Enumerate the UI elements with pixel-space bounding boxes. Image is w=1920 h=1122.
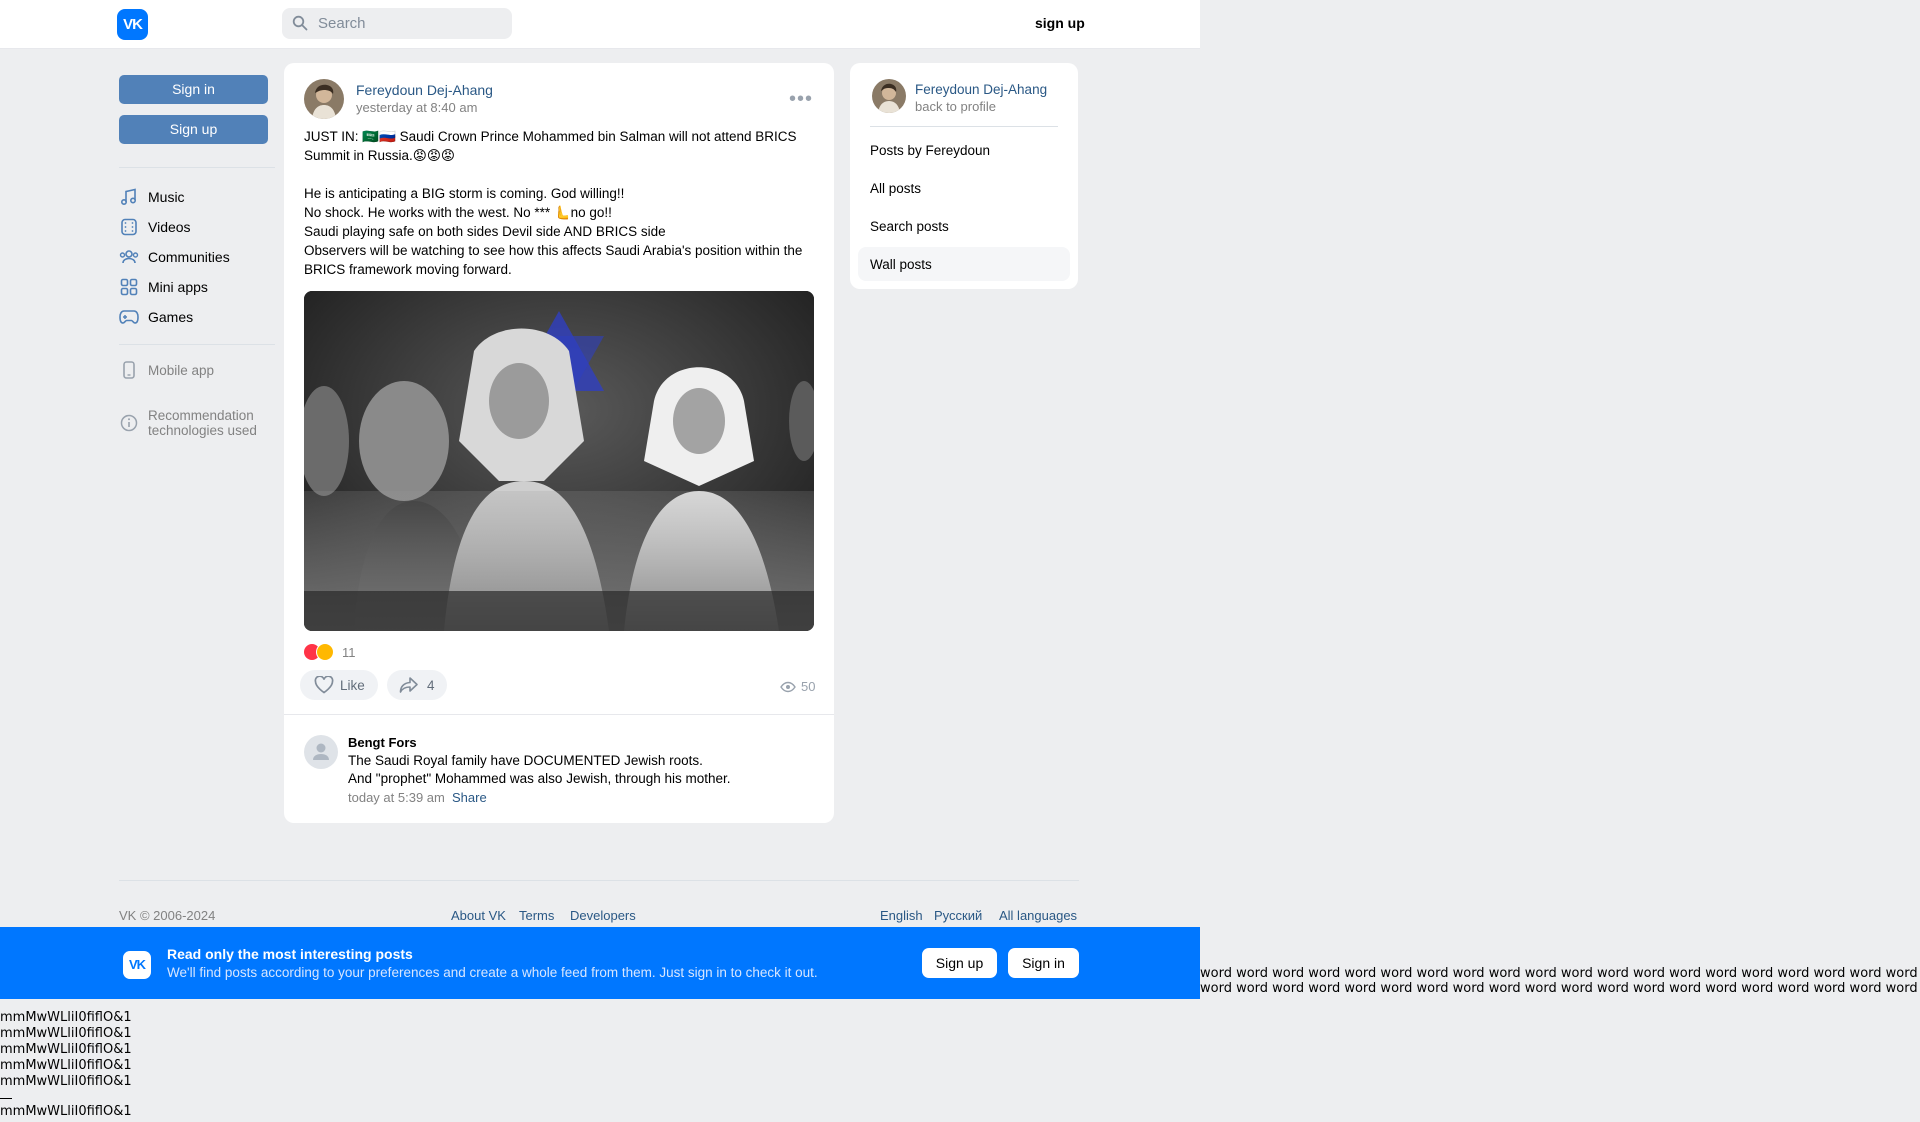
sidebar-item-label: Mobile app xyxy=(148,362,215,378)
sidebar-item-communities[interactable]: Communities xyxy=(119,246,230,268)
sidebar-item-mobile-app[interactable]: Mobile app xyxy=(119,359,214,381)
mini-apps-icon xyxy=(119,277,139,297)
phone-icon xyxy=(119,360,139,380)
footer-lang-all[interactable]: All languages xyxy=(999,908,1077,923)
post-line: He is anticipating a BIG storm is coming… xyxy=(304,186,625,201)
music-icon xyxy=(119,187,139,207)
comment-author[interactable]: Bengt Fors xyxy=(348,735,417,750)
footer-lang-english[interactable]: English xyxy=(880,908,923,923)
sidebar-divider xyxy=(119,167,275,168)
post-line: BRICS framework moving forward. xyxy=(304,262,512,277)
heart-icon xyxy=(314,676,334,694)
share-button[interactable]: 4 xyxy=(387,670,447,700)
post-line: Saudi playing safe on both sides Devil s… xyxy=(304,224,666,239)
footer-link-developers[interactable]: Developers xyxy=(570,908,636,923)
nav-all-posts[interactable]: All posts xyxy=(870,181,921,196)
post-card: Fereydoun Dej-Ahang yesterday at 8:40 am… xyxy=(284,63,834,823)
stray-chars-line: mmMwWLliI0fiflO&1 xyxy=(0,1026,132,1041)
banner-title: Read only the most interesting posts xyxy=(167,946,413,962)
sidebar-item-games[interactable]: Games xyxy=(119,306,193,328)
sidebar-item-music[interactable]: Music xyxy=(119,186,185,208)
views-counter: 50 xyxy=(780,679,815,694)
sidebar-item-videos[interactable]: Videos xyxy=(119,216,191,238)
games-icon xyxy=(119,307,139,327)
recommendation-line: Recommendation xyxy=(148,408,254,423)
footer-divider xyxy=(119,880,1079,881)
stray-words-line: word word word word word word word word … xyxy=(1200,966,1920,981)
post-photo[interactable] xyxy=(304,291,814,631)
stray-chars-line: mmMwWLliI0fiflO&1 xyxy=(0,1042,132,1057)
nav-wall-posts[interactable]: Wall posts xyxy=(870,257,932,272)
post-author[interactable]: Fereydoun Dej-Ahang xyxy=(356,82,493,98)
post-line: Observers will be watching to see how th… xyxy=(304,243,803,258)
sign-in-button[interactable]: Sign in xyxy=(119,75,268,104)
sidebar-item-label: Communities xyxy=(148,249,230,265)
post-line: No shock. He works with the west. No ***… xyxy=(304,205,612,220)
sidebar-item-label: Games xyxy=(148,309,194,325)
top-header xyxy=(0,0,1200,49)
comment-share-link[interactable]: Share xyxy=(452,790,487,805)
profile-nav-card: Fereydoun Dej-Ahang back to profile Post… xyxy=(850,63,1078,289)
reactions-summary[interactable]: 11 xyxy=(304,642,356,662)
stray-words-line: word word word word word word word word … xyxy=(1200,981,1920,996)
stray-chars-line: mmMwWLliI0fiflO&1 xyxy=(0,1074,132,1089)
nav-posts-by-author[interactable]: Posts by Fereydoun xyxy=(870,143,990,158)
like-label: Like xyxy=(340,677,365,693)
post-date[interactable]: yesterday at 8:40 am xyxy=(356,100,477,115)
comment-date[interactable]: today at 5:39 am xyxy=(348,790,445,805)
info-icon xyxy=(119,413,139,433)
header-sign-up-link[interactable]: sign up xyxy=(1035,15,1085,31)
post-divider xyxy=(284,714,834,715)
post-text: JUST IN: 🇸🇦🇷🇺 Saudi Crown Prince Mohamme… xyxy=(304,127,819,279)
share-icon xyxy=(399,677,418,693)
author-avatar[interactable] xyxy=(304,79,344,119)
views-count: 50 xyxy=(801,679,816,694)
post-line: Summit in Russia.😡😡😡 xyxy=(304,148,455,163)
banner-subtitle: We'll find posts according to your prefe… xyxy=(167,965,818,980)
sidebar-item-label: Mini apps xyxy=(148,279,208,295)
sidebar-divider xyxy=(119,344,275,345)
sign-up-button[interactable]: Sign up xyxy=(119,115,268,144)
profile-card-divider xyxy=(870,126,1058,127)
profile-avatar[interactable] xyxy=(872,79,906,113)
reaction-count: 11 xyxy=(342,644,356,660)
banner-sign-up-button[interactable]: Sign up xyxy=(922,948,997,978)
footer-lang-russian[interactable]: Русский xyxy=(934,908,982,923)
sidebar-item-label: Videos xyxy=(148,219,191,235)
eye-icon xyxy=(780,681,796,692)
recommendation-label: Recommendation technologies used xyxy=(148,408,257,438)
post-line: JUST IN: 🇸🇦🇷🇺 Saudi Crown Prince Mohamme… xyxy=(304,129,797,144)
comment-line: And "prophet" Mohammed was also Jewish, … xyxy=(348,771,731,786)
sidebar-item-recommendation[interactable]: Recommendation technologies used xyxy=(119,408,257,440)
banner-vk-logo: VK xyxy=(123,951,151,979)
back-to-profile-link[interactable]: back to profile xyxy=(915,99,996,114)
profile-name-link[interactable]: Fereydoun Dej-Ahang xyxy=(915,82,1047,97)
videos-icon xyxy=(119,217,139,237)
footer-copyright: VK © 2006-2024 xyxy=(119,908,216,923)
footer-link-terms[interactable]: Terms xyxy=(519,908,554,923)
sidebar-item-mini-apps[interactable]: Mini apps xyxy=(119,276,208,298)
comment-line: The Saudi Royal family have DOCUMENTED J… xyxy=(348,753,703,768)
sign-in-promo-banner: VK Read only the most interesting posts … xyxy=(0,927,1200,999)
search-input[interactable]: Search xyxy=(282,8,512,39)
commenter-avatar[interactable] xyxy=(304,735,338,769)
search-placeholder: Search xyxy=(318,15,366,32)
post-line xyxy=(304,165,819,184)
stray-chars-line: mmMwWLliI0fiflO&1 xyxy=(0,1104,132,1119)
recommendation-line: technologies used xyxy=(148,423,257,438)
stray-chars-line: mmMwWLliI0fiflO&1 xyxy=(0,1058,132,1073)
sidebar-item-label: Music xyxy=(148,189,185,205)
share-count: 4 xyxy=(427,677,435,693)
nav-search-posts[interactable]: Search posts xyxy=(870,219,949,234)
search-icon xyxy=(292,15,308,31)
stray-chars-line: mmMwWLliI0fiflO&1 xyxy=(0,1010,132,1025)
vk-logo[interactable]: VK xyxy=(117,9,148,40)
like-button[interactable]: Like xyxy=(300,670,378,700)
banner-sign-in-button[interactable]: Sign in xyxy=(1008,948,1079,978)
shocked-reaction-icon xyxy=(316,643,334,661)
more-icon[interactable]: ••• xyxy=(789,88,813,111)
footer-link-about[interactable]: About VK xyxy=(451,908,506,923)
communities-icon xyxy=(119,247,139,267)
stray-rule xyxy=(0,1098,12,1099)
